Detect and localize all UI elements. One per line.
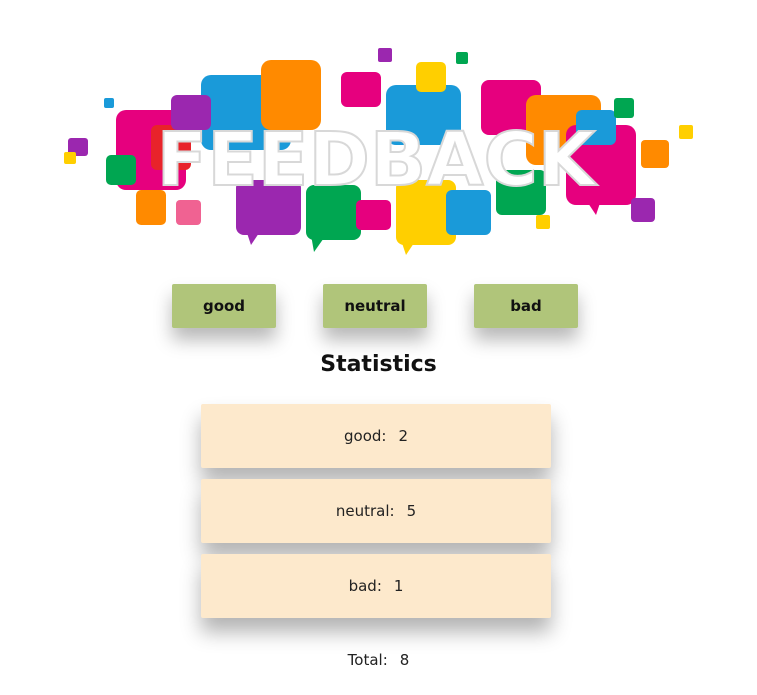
neutral-button[interactable]: neutral	[323, 284, 427, 328]
stat-total: Total: 8	[0, 651, 757, 669]
stat-neutral-label: neutral:	[335, 502, 395, 520]
feedback-banner-image: FEEDBACK	[64, 48, 693, 255]
stat-good-label: good:	[344, 427, 387, 445]
stat-bad-value: 1	[393, 577, 404, 595]
stat-neutral-value: 5	[406, 502, 417, 520]
feedback-app: FEEDBACK good neutral bad Statistics goo…	[0, 0, 757, 695]
stat-card-bad: bad: 1	[201, 554, 551, 618]
stat-card-good: good: 2	[201, 404, 551, 468]
stat-bad-label: bad:	[348, 577, 382, 595]
banner-title: FEEDBACK	[157, 117, 598, 203]
stat-total-value: 8	[399, 651, 410, 669]
statistics-heading: Statistics	[320, 352, 437, 377]
stat-total-label: Total:	[347, 651, 388, 669]
bad-button[interactable]: bad	[474, 284, 578, 328]
stat-card-neutral: neutral: 5	[201, 479, 551, 543]
stat-good-value: 2	[398, 427, 408, 445]
good-button[interactable]: good	[172, 284, 276, 328]
